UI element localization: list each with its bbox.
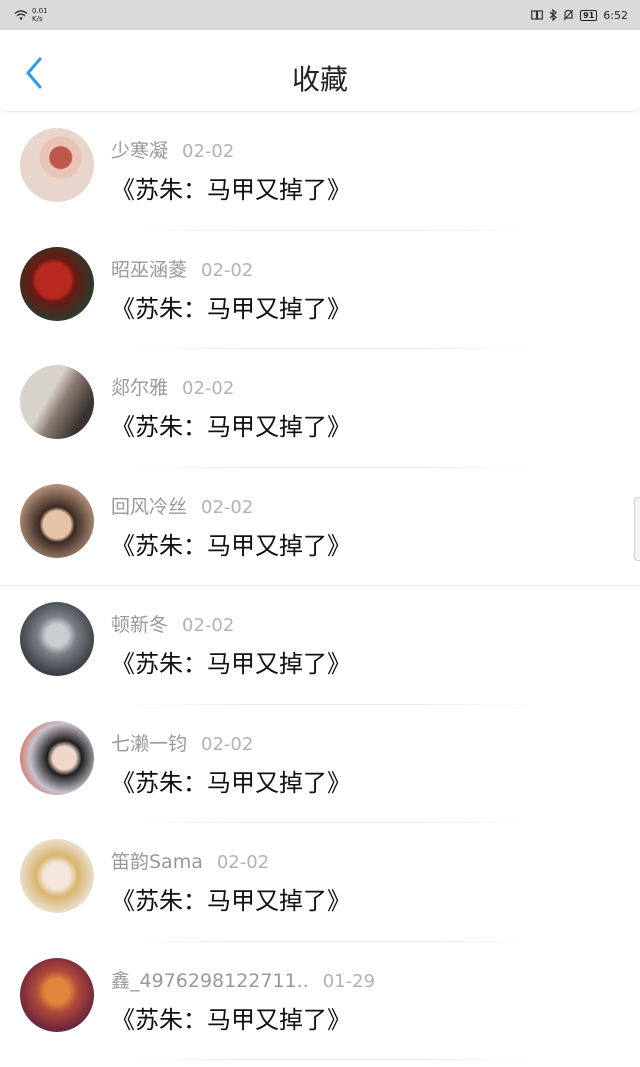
book-title[interactable]: 《苏朱：马甲又掉了》 bbox=[111, 289, 351, 324]
avatar[interactable] bbox=[20, 957, 94, 1032]
date: 02-02 bbox=[201, 496, 254, 518]
status-bar: 0.01 K/s 91 6:52 bbox=[0, 0, 640, 30]
list-item[interactable]: 鑫_4976298122711.. 01-29 《苏朱：马甲又掉了》 bbox=[0, 942, 640, 1060]
user-name-text: 顿新冬 bbox=[111, 614, 169, 636]
user-name[interactable]: 少寒凝 02-02 bbox=[111, 136, 234, 163]
user-name[interactable]: 郯尔雅 02-02 bbox=[111, 373, 234, 400]
user-name-text: 昭巫涵菱 bbox=[111, 258, 188, 281]
network-speed: 0.01 K/s bbox=[32, 7, 48, 23]
speed-value: 0.01 bbox=[32, 7, 48, 15]
date: 02-02 bbox=[182, 141, 235, 162]
clock: 6:52 bbox=[603, 8, 628, 22]
user-name-text: 七濑一钧 bbox=[111, 732, 188, 755]
book-title[interactable]: 《苏朱：马甲又掉了》 bbox=[111, 644, 351, 679]
list-item[interactable]: 昭巫涵菱 02-02 《苏朱：马甲又掉了》 bbox=[0, 231, 640, 349]
list-item[interactable]: 顿新冬 02-02 《苏朱：马甲又掉了》 bbox=[0, 586, 640, 705]
divider bbox=[120, 1059, 544, 1060]
book-title[interactable]: 《苏朱：马甲又掉了》 bbox=[111, 1000, 351, 1035]
status-right: 91 6:52 bbox=[531, 9, 628, 22]
list-item[interactable]: 七濑一钧 02-02 《苏朱：马甲又掉了》 bbox=[0, 705, 640, 823]
user-name[interactable]: 昭巫涵菱 02-02 bbox=[111, 255, 253, 282]
list-item[interactable]: 回风冷丝 02-02 《苏朱：马甲又掉了》 bbox=[0, 468, 640, 586]
page-title: 收藏 bbox=[291, 63, 348, 96]
speed-unit: K/s bbox=[32, 15, 43, 23]
book-title[interactable]: 《苏朱：马甲又掉了》 bbox=[111, 763, 351, 798]
header: 收藏 bbox=[0, 30, 640, 112]
book-title[interactable]: 《苏朱：马甲又掉了》 bbox=[111, 881, 351, 916]
book-title[interactable]: 《苏朱：马甲又掉了》 bbox=[111, 526, 351, 561]
date: 02-02 bbox=[201, 733, 254, 755]
user-name[interactable]: 回风冷丝 02-02 bbox=[111, 492, 253, 519]
avatar[interactable] bbox=[20, 365, 94, 439]
date: 02-02 bbox=[216, 852, 270, 873]
user-name[interactable]: 鑫_4976298122711.. 01-29 bbox=[111, 966, 375, 993]
avatar[interactable] bbox=[20, 128, 94, 202]
user-name-text: 笛韵Sama bbox=[111, 851, 203, 873]
date: 01-29 bbox=[322, 970, 376, 992]
battery-indicator: 91 bbox=[580, 9, 598, 21]
user-name-text: 郯尔雅 bbox=[111, 377, 169, 399]
wifi-icon bbox=[14, 10, 28, 20]
scroll-handle[interactable] bbox=[634, 497, 640, 561]
avatar[interactable] bbox=[20, 246, 94, 321]
user-name-text: 少寒凝 bbox=[111, 140, 169, 162]
avatar[interactable] bbox=[20, 602, 94, 676]
book-title[interactable]: 《苏朱：马甲又掉了》 bbox=[111, 170, 351, 205]
avatar[interactable] bbox=[20, 720, 94, 795]
favorites-list: 少寒凝 02-02 《苏朱：马甲又掉了》 昭巫涵菱 02-02 《苏朱：马甲又掉了》… bbox=[0, 112, 640, 1060]
list-item[interactable]: 笛韵Sama 02-02 《苏朱：马甲又掉了》 bbox=[0, 823, 640, 942]
list-item[interactable]: 郯尔雅 02-02 《苏朱：马甲又掉了》 bbox=[0, 349, 640, 468]
avatar[interactable] bbox=[20, 839, 94, 913]
mute-bell-icon bbox=[563, 9, 574, 21]
date: 02-02 bbox=[201, 259, 254, 281]
user-name-text: 鑫_4976298122711.. bbox=[111, 969, 309, 992]
bluetooth-icon bbox=[549, 9, 558, 21]
date: 02-02 bbox=[182, 378, 235, 399]
avatar[interactable] bbox=[20, 483, 94, 558]
reading-mode-icon bbox=[531, 10, 544, 20]
book-title[interactable]: 《苏朱：马甲又掉了》 bbox=[111, 407, 351, 442]
user-name[interactable]: 七濑一钧 02-02 bbox=[111, 729, 253, 756]
user-name[interactable]: 顿新冬 02-02 bbox=[111, 610, 234, 637]
user-name[interactable]: 笛韵Sama 02-02 bbox=[111, 847, 269, 874]
status-left: 0.01 K/s bbox=[14, 7, 48, 23]
date: 02-02 bbox=[182, 615, 235, 636]
user-name-text: 回风冷丝 bbox=[111, 495, 188, 518]
list-item[interactable]: 少寒凝 02-02 《苏朱：马甲又掉了》 bbox=[0, 112, 640, 231]
